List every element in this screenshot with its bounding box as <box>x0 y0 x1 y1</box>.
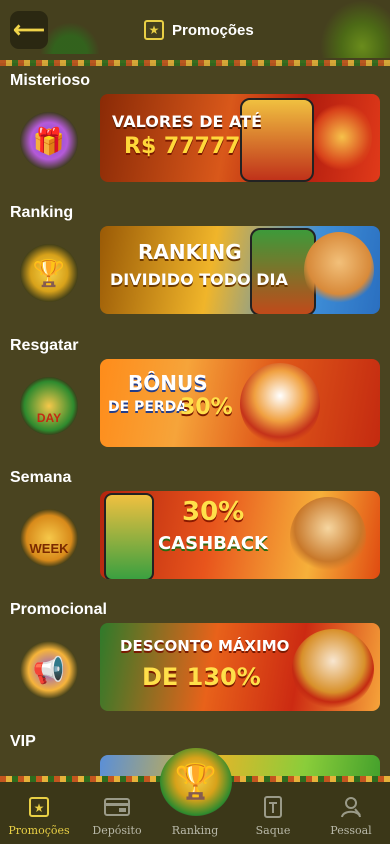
nav-label: Depósito <box>92 824 142 837</box>
page-title-group: ★ Promoções <box>144 17 254 43</box>
phone-illustration <box>104 493 154 579</box>
section-title: Resgatar <box>10 337 79 354</box>
promo-section-resgatar: Resgatar DAY BÔNUS DE PERDA 30% <box>0 337 390 469</box>
nav-label: Saque <box>255 824 291 837</box>
promo-banner-semana[interactable]: 30% CASHBACK <box>100 491 380 579</box>
section-title: Ranking <box>10 204 74 221</box>
nav-item-promocoes[interactable]: ★ Promoções <box>0 782 78 844</box>
banner-line-2: DE PERDA <box>108 399 188 415</box>
trophy-icon[interactable]: 🏆 <box>160 748 232 816</box>
megaphone-icon: 📢 <box>20 641 78 699</box>
arrow-left-icon: ⟵ <box>13 17 45 42</box>
nav-label: Promoções <box>8 824 70 837</box>
monkey-illustration <box>290 497 366 575</box>
section-title: Misterioso <box>10 72 91 89</box>
banner-line-2: CASHBACK <box>158 533 268 554</box>
tiger-illustration <box>240 363 320 445</box>
decorative-strip <box>0 60 390 66</box>
banner-line-1: DESCONTO MÁXIMO <box>120 637 290 655</box>
person-icon <box>337 794 365 820</box>
nav-item-pessoal[interactable]: Pessoal <box>312 782 390 844</box>
promo-banner-misterioso[interactable]: VALORES DE ATÉ R$ 77777 <box>100 94 380 182</box>
banner-line-3: 30% <box>180 395 233 420</box>
star-card-icon: ★ <box>25 794 53 820</box>
banner-line-1: RANKING <box>138 240 242 264</box>
section-title: VIP <box>10 733 36 750</box>
banner-line-1: VALORES DE ATÉ <box>112 112 263 131</box>
header-bar: ⟵ ★ Promoções <box>0 0 390 63</box>
banana-tree-decoration <box>320 0 390 58</box>
promo-banner-ranking[interactable]: RANKING DIVIDIDO TODO DIA <box>100 226 380 314</box>
nav-label: Pessoal <box>330 824 372 837</box>
promo-banner-promocional[interactable]: DESCONTO MÁXIMO DE 130% <box>100 623 380 711</box>
day-coins-icon: DAY <box>20 377 78 435</box>
section-title: Semana <box>10 469 72 486</box>
star-card-icon: ★ <box>144 20 164 40</box>
dog-illustration <box>304 232 374 308</box>
promo-section-ranking: Ranking 🏆 RANKING DIVIDIDO TODO DIA <box>0 204 390 336</box>
promo-section-semana: Semana WEEK 30% CASHBACK <box>0 469 390 601</box>
phone-illustration <box>240 98 314 182</box>
banner-line-2: DIVIDIDO TODO DIA <box>110 270 288 289</box>
nav-label: Ranking <box>171 824 219 837</box>
page-title: Promoções <box>172 21 254 39</box>
promo-section-promocional: Promocional 📢 DESCONTO MÁXIMO DE 130% <box>0 601 390 733</box>
banner-line-2: DE 130% <box>142 663 261 691</box>
banner-line-1: 30% <box>182 497 245 527</box>
gift-box-icon: 🎁 <box>20 112 78 170</box>
promo-banner-vip[interactable] <box>100 755 380 776</box>
svg-text:★: ★ <box>34 801 45 815</box>
week-coins-icon: WEEK <box>20 509 78 567</box>
mouse-illustration <box>292 629 374 709</box>
leaf-decoration <box>40 22 100 54</box>
nav-item-saque[interactable]: Saque <box>234 782 312 844</box>
nav-item-deposito[interactable]: Depósito <box>78 782 156 844</box>
promo-section-misterioso: Misterioso 🎁 VALORES DE ATÉ R$ 77777 <box>0 72 390 204</box>
banner-line-2: R$ 77777 <box>124 134 241 159</box>
back-button[interactable]: ⟵ <box>10 11 48 49</box>
withdraw-icon <box>259 794 287 820</box>
banner-line-1: BÔNUS <box>128 371 208 395</box>
wallet-icon <box>103 794 131 820</box>
trophy-icon: 🏆 <box>20 244 78 302</box>
promo-banner-resgatar[interactable]: BÔNUS DE PERDA 30% <box>100 359 380 447</box>
section-title: Promocional <box>10 601 107 618</box>
